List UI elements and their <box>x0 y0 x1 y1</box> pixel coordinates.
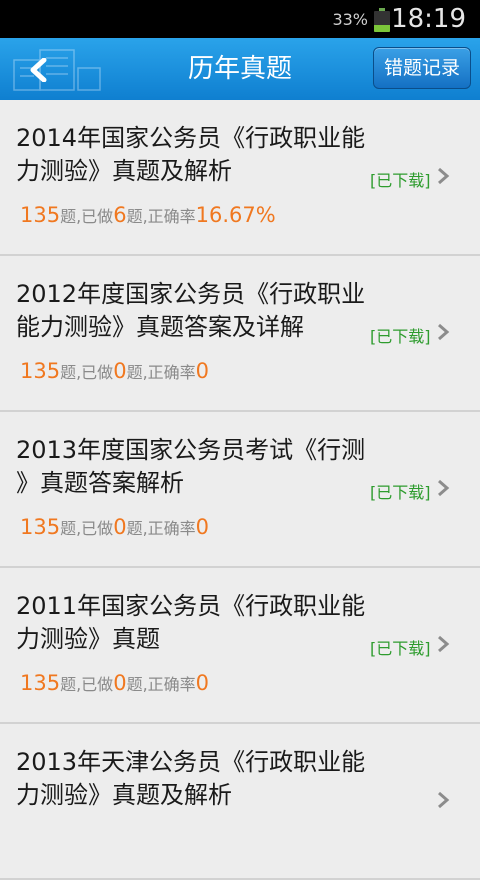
item-title: 2011年国家公务员《行政职业能 力测验》真题 <box>16 592 366 653</box>
list-item[interactable]: 2014年国家公务员《行政职业能 力测验》真题及解析 [已下载] 135题,已做6… <box>0 100 480 256</box>
item-title: 2013年度国家公务员考试《行测 》真题答案解析 <box>16 436 366 497</box>
chevron-right-icon <box>438 791 450 809</box>
chevron-right-icon <box>438 167 450 185</box>
exam-list: 2014年国家公务员《行政职业能 力测验》真题及解析 [已下载] 135题,已做6… <box>0 100 480 880</box>
battery-percent: 33% <box>332 10 368 29</box>
item-stats: 135题,已做0题,正确率0 <box>20 671 210 695</box>
download-status: [已下载] <box>370 171 431 190</box>
list-item[interactable]: 2012年度国家公务员《行政职业 能力测验》真题答案及详解 [已下载] 135题,… <box>0 256 480 412</box>
title-bar: 历年真题 错题记录 <box>0 38 480 102</box>
item-title: 2014年国家公务员《行政职业能 力测验》真题及解析 <box>16 124 366 185</box>
download-status: [已下载] <box>370 639 431 658</box>
download-status: [已下载] <box>370 483 431 502</box>
download-status: [已下载] <box>370 327 431 346</box>
list-item[interactable]: 2013年度国家公务员考试《行测 》真题答案解析 [已下载] 135题,已做0题,… <box>0 412 480 568</box>
item-stats: 135题,已做6题,正确率16.67% <box>20 203 276 227</box>
item-title: 2013年天津公务员《行政职业能 力测验》真题及解析 <box>16 748 366 809</box>
clock: 18:19 <box>391 4 466 34</box>
chevron-right-icon <box>438 635 450 653</box>
chevron-right-icon <box>438 479 450 497</box>
item-title: 2012年度国家公务员《行政职业 能力测验》真题答案及详解 <box>16 280 366 341</box>
item-stats: 135题,已做0题,正确率0 <box>20 515 210 539</box>
chevron-right-icon <box>438 323 450 341</box>
battery-icon <box>374 8 390 32</box>
list-item[interactable]: 2011年国家公务员《行政职业能 力测验》真题 [已下载] 135题,已做0题,正… <box>0 568 480 724</box>
list-item[interactable]: 2013年天津公务员《行政职业能 力测验》真题及解析 <box>0 724 480 880</box>
status-bar: 33% 18:19 <box>0 0 480 38</box>
error-record-button[interactable]: 错题记录 <box>373 47 471 89</box>
item-stats: 135题,已做0题,正确率0 <box>20 359 210 383</box>
